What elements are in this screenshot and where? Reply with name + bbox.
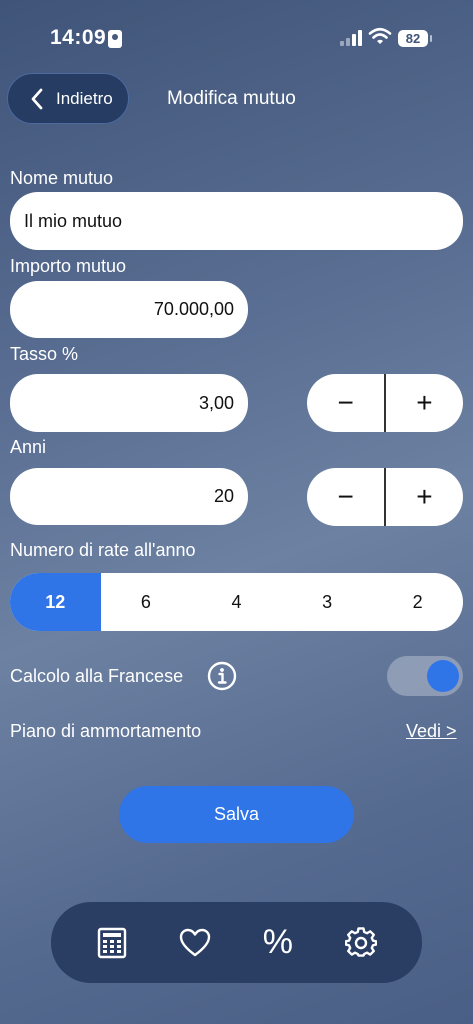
installments-option-6[interactable]: 6 [101, 573, 192, 631]
chevron-left-icon [31, 88, 43, 109]
tab-bar: % [51, 902, 422, 983]
years-label: Anni [10, 437, 47, 457]
rate-label: Tasso % [10, 344, 79, 364]
name-label: Nome mutuo [10, 168, 114, 188]
installments-option-2[interactable]: 2 [372, 573, 463, 631]
tab-calculator[interactable] [87, 918, 137, 968]
installments-option-3[interactable]: 3 [282, 573, 373, 631]
percent-icon: % [262, 923, 293, 961]
installments-label: Numero di rate all'anno [10, 540, 196, 560]
rate-decrement-button[interactable]: − [307, 374, 384, 432]
tab-rates[interactable]: % [253, 918, 303, 968]
back-button[interactable]: Indietro [7, 73, 129, 124]
cellular-signal-icon [340, 30, 362, 46]
installments-segmented-control: 12 6 4 3 2 [10, 573, 463, 631]
name-input[interactable]: Il mio mutuo [10, 192, 463, 250]
rate-increment-button[interactable]: + [386, 374, 463, 432]
back-label: Indietro [56, 88, 113, 108]
status-bar: 14:09 82 [0, 0, 473, 60]
page-title: Modifica mutuo [167, 88, 296, 109]
tab-favorites[interactable] [170, 918, 220, 968]
contact-card-icon [108, 30, 122, 48]
french-calc-label: Calcolo alla Francese [10, 666, 184, 686]
years-input[interactable]: 20 [10, 468, 248, 525]
rate-input[interactable]: 3,00 [10, 374, 248, 432]
info-icon[interactable] [207, 661, 237, 691]
french-calc-toggle[interactable] [387, 656, 463, 696]
tab-settings[interactable] [336, 918, 386, 968]
gear-icon [344, 926, 377, 957]
status-time: 14:09 [50, 26, 107, 49]
amortization-view-link[interactable]: Vedi > [406, 721, 457, 742]
wifi-icon [368, 27, 392, 44]
years-decrement-button[interactable]: − [307, 468, 384, 526]
installments-option-4[interactable]: 4 [191, 573, 282, 631]
amortization-label: Piano di ammortamento [10, 721, 202, 741]
heart-icon [179, 928, 211, 956]
years-stepper: − + [307, 468, 463, 526]
amount-input[interactable]: 70.000,00 [10, 281, 248, 338]
toggle-knob [427, 660, 459, 692]
amount-label: Importo mutuo [10, 256, 127, 276]
years-increment-button[interactable]: + [386, 468, 463, 526]
battery-indicator: 82 [398, 30, 432, 47]
calculator-icon [98, 927, 127, 958]
save-button[interactable]: Salva [119, 786, 354, 843]
rate-stepper: − + [307, 374, 463, 432]
installments-option-12[interactable]: 12 [10, 573, 101, 631]
